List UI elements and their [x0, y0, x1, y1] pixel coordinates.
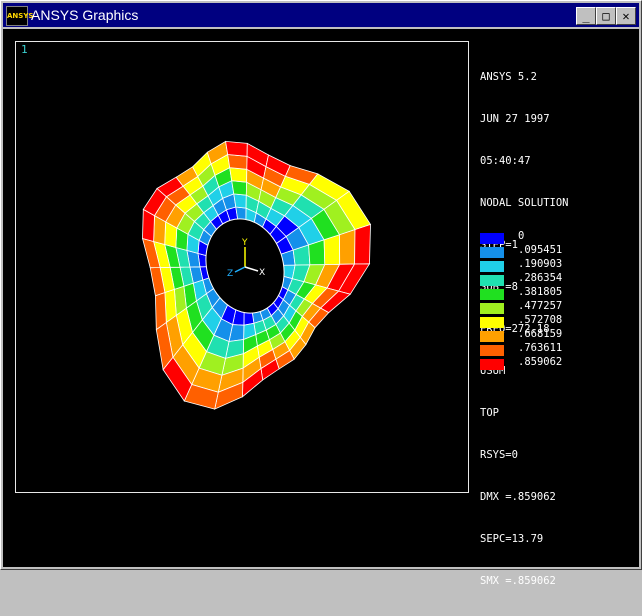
mesh-element: [354, 223, 371, 265]
legend-swatch: [480, 261, 504, 272]
info-time: 05:40:47: [480, 155, 531, 167]
info-date: JUN 27 1997: [480, 113, 550, 125]
mesh-element: [225, 140, 248, 157]
legend-label: .859062: [518, 356, 563, 368]
info-solution-type: NODAL SOLUTION: [480, 197, 569, 209]
close-button[interactable]: ✕: [616, 7, 636, 25]
window-title: ANSYS Graphics: [31, 7, 139, 23]
legend-label: .286354: [518, 272, 563, 284]
info-layer: TOP: [480, 407, 499, 419]
mesh-element: [233, 193, 247, 209]
legend-swatch: [480, 331, 504, 342]
legend-label: .572708: [518, 314, 563, 326]
info-version: ANSYS 5.2: [480, 71, 537, 83]
mesh-element: [339, 228, 356, 265]
legend-swatch: [480, 233, 504, 244]
legend-swatch: [480, 275, 504, 286]
legend-swatch: [480, 359, 504, 370]
mesh-element: [227, 154, 248, 170]
maximize-button[interactable]: □: [596, 7, 616, 25]
info-rsys: RSYS=0: [480, 449, 518, 461]
legend-label: .095451: [518, 244, 563, 256]
ansys-graphics-window: ANSYS ANSYS Graphics _ □ ✕ 1 Y X Z ANSYS…: [0, 0, 642, 587]
minimize-button[interactable]: _: [576, 7, 596, 25]
legend-label: 0: [518, 230, 525, 242]
mesh-element: [229, 167, 248, 183]
title-bar[interactable]: ANSYS ANSYS Graphics _ □ ✕: [3, 3, 639, 27]
legend-swatch: [480, 303, 504, 314]
info-dmx: DMX =.859062: [480, 491, 556, 503]
legend-label: .668159: [518, 328, 563, 340]
info-smx: SMX =.859062: [480, 575, 556, 587]
legend-swatch: [480, 247, 504, 258]
ansys-app-icon[interactable]: ANSYS: [6, 6, 33, 26]
legend-label: .477257: [518, 300, 563, 312]
info-sepc: SEPC=13.79: [480, 533, 544, 545]
triad-x-label: X: [259, 268, 265, 278]
triad-y-label: Y: [241, 238, 248, 248]
legend-swatch: [480, 317, 504, 328]
legend-label: .190903: [518, 258, 563, 270]
graphics-canvas[interactable]: 1 Y X Z ANSYS 5.2 JUN 27 1997 05:40:47 N…: [3, 29, 639, 587]
legend-label: .381805: [518, 286, 563, 298]
triad-z-label: Z: [227, 269, 233, 279]
legend-swatch: [480, 345, 504, 356]
legend-label: .763611: [518, 342, 563, 354]
mesh-element: [154, 291, 167, 331]
mesh-element: [231, 180, 248, 196]
legend-swatch: [480, 289, 504, 300]
